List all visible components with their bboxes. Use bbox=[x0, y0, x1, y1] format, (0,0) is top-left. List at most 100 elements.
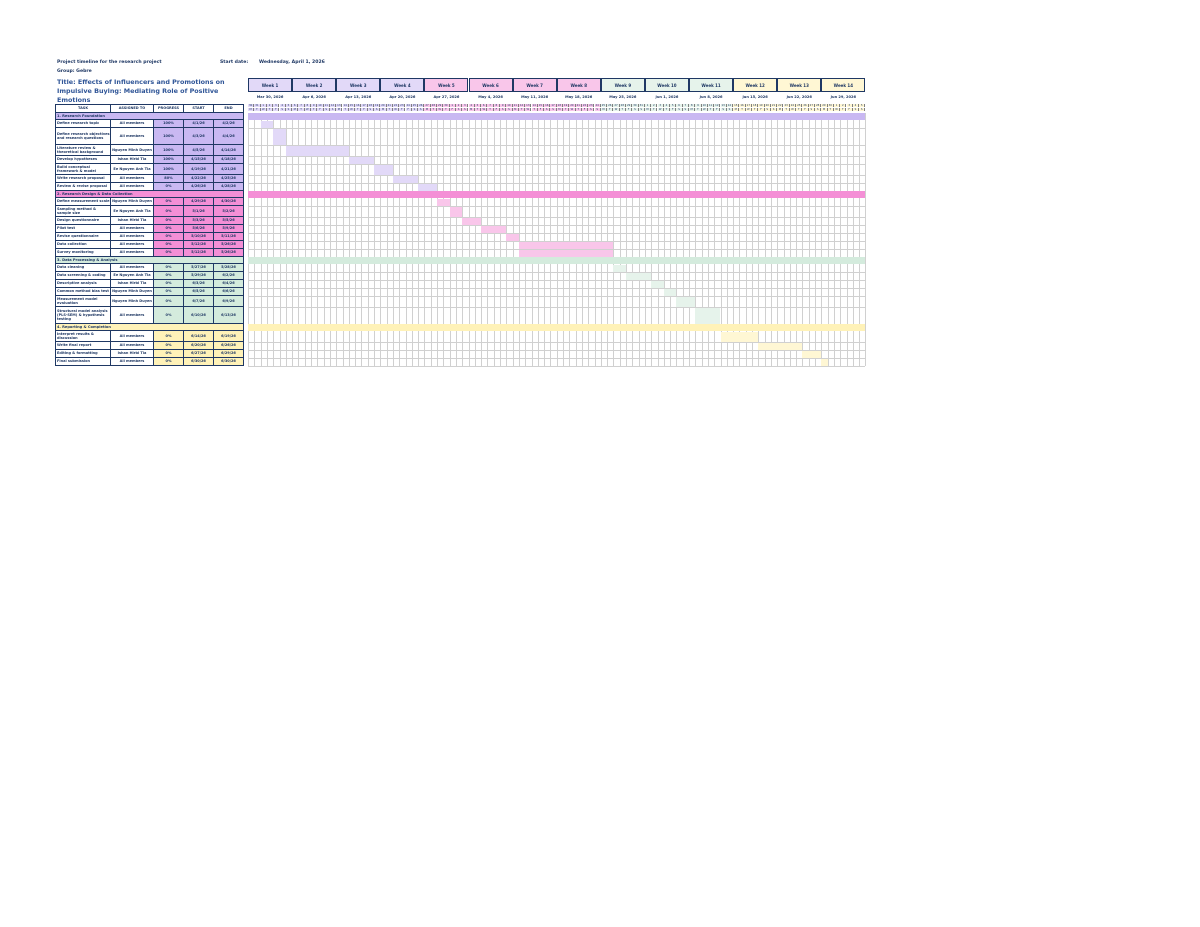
task-start: 4/1/26 bbox=[184, 120, 214, 128]
task-bar bbox=[518, 242, 614, 249]
task-assigned: Ishan Hirbi Tia bbox=[111, 280, 154, 288]
task-end: 6/4/26 bbox=[214, 280, 244, 288]
task-progress: 0% bbox=[154, 280, 184, 288]
task-progress: 0% bbox=[154, 307, 184, 324]
task-end: 4/28/26 bbox=[214, 183, 244, 191]
week-date: May 11, 2026 bbox=[521, 95, 549, 99]
task-assigned: All members bbox=[111, 128, 154, 145]
week-date: Apr 20, 2026 bbox=[389, 95, 416, 99]
task-row: Write research proposal All members 80% 4/2… bbox=[55, 175, 244, 183]
task-progress: 100% bbox=[154, 164, 184, 175]
task-assigned: Ishan Hirbi Tia bbox=[111, 350, 154, 358]
week-header: Week 7 bbox=[512, 78, 557, 92]
task-assigned: All members bbox=[111, 225, 154, 233]
task-assigned: Nguyen Minh Duyen bbox=[111, 198, 154, 206]
task-assigned: All members bbox=[111, 307, 154, 324]
week-header: Week 11 bbox=[689, 78, 734, 92]
week-date: Jun 15, 2026 bbox=[742, 95, 768, 99]
week-header: Week 3 bbox=[336, 78, 381, 92]
task-end: 5/11/26 bbox=[214, 233, 244, 241]
column-header-row: TASK ASSIGNED TO PROGRESS START END bbox=[55, 104, 244, 113]
task-row: Sampling method & sample size Ee Nguyen A… bbox=[55, 206, 244, 217]
grid-line bbox=[248, 366, 866, 367]
grid-line bbox=[248, 307, 866, 308]
task-end: 5/26/26 bbox=[214, 249, 244, 257]
grid-line bbox=[248, 358, 866, 359]
task-task: Data collection bbox=[55, 241, 111, 249]
task-row: Final submission All members 0% 6/30/26 6/30… bbox=[55, 358, 244, 366]
task-bar bbox=[626, 273, 652, 280]
task-start: 6/20/26 bbox=[184, 342, 214, 350]
task-assigned: All members bbox=[111, 183, 154, 191]
phase-band bbox=[248, 191, 866, 198]
task-progress: 0% bbox=[154, 217, 184, 225]
column-header-start: START bbox=[184, 104, 214, 113]
task-bar bbox=[720, 332, 759, 342]
grid-line bbox=[248, 288, 866, 289]
phase-band bbox=[248, 257, 866, 264]
task-end: 5/5/26 bbox=[214, 217, 244, 225]
grid-line bbox=[248, 233, 866, 234]
task-task: Build conceptual framework & model bbox=[55, 164, 111, 175]
task-assigned: All members bbox=[111, 342, 154, 350]
task-row: Interpret results & discussion All member… bbox=[55, 331, 244, 342]
task-row: Revise questionnaire All members 0% 5/10/26… bbox=[55, 233, 244, 241]
task-task: Design questionnaire bbox=[55, 217, 111, 225]
task-start: 4/3/26 bbox=[184, 128, 214, 145]
task-assigned: Ee Nguyen Anh Tia bbox=[111, 164, 154, 175]
task-task: Editing & formatting bbox=[55, 350, 111, 358]
grid-line bbox=[248, 164, 866, 165]
task-end: 6/19/26 bbox=[214, 331, 244, 342]
task-start: 6/5/26 bbox=[184, 288, 214, 296]
task-task: Structural model analysis (PLS-SEM) & hy… bbox=[55, 307, 111, 324]
week-header: Week 6 bbox=[468, 78, 513, 92]
task-progress: 0% bbox=[154, 233, 184, 241]
task-progress: 0% bbox=[154, 342, 184, 350]
week-date: Apr 6, 2026 bbox=[302, 95, 326, 99]
task-bar bbox=[802, 351, 822, 358]
week-header: Week 8 bbox=[556, 78, 601, 92]
task-row: Pilot test All members 0% 5/6/26 5/9/26 bbox=[55, 225, 244, 233]
task-task: Final submission bbox=[55, 358, 111, 366]
task-assigned: All members bbox=[111, 331, 154, 342]
column-header-assigned: ASSIGNED TO bbox=[111, 104, 154, 113]
task-end: 5/2/26 bbox=[214, 206, 244, 217]
task-end: 4/2/26 bbox=[214, 120, 244, 128]
task-bar bbox=[449, 207, 463, 217]
task-start: 4/26/26 bbox=[184, 183, 214, 191]
week-header: Week 14 bbox=[821, 78, 866, 92]
task-bar bbox=[758, 343, 803, 350]
task-bar bbox=[695, 308, 721, 324]
task-row: Editing & formatting Ishan Hirbi Tia 0% 6/2… bbox=[55, 350, 244, 358]
task-progress: 100% bbox=[154, 145, 184, 156]
task-start: 4/5/26 bbox=[184, 145, 214, 156]
task-bar bbox=[260, 121, 274, 128]
task-progress: 0% bbox=[154, 288, 184, 296]
task-assigned: All members bbox=[111, 120, 154, 128]
task-progress: 100% bbox=[154, 156, 184, 164]
task-row: Data collection All members 0% 5/12/26 5/26/… bbox=[55, 241, 244, 249]
grid-line bbox=[248, 217, 866, 218]
column-header-progress: PROGRESS bbox=[154, 104, 184, 113]
task-start: 4/29/26 bbox=[184, 198, 214, 206]
phase-header: 4. Reporting & Completion bbox=[55, 324, 244, 331]
task-assigned: Nguyen Minh Duyen bbox=[111, 145, 154, 156]
phase-band bbox=[248, 324, 866, 331]
task-start: 6/30/26 bbox=[184, 358, 214, 366]
task-row: Common method bias test Nguyen Minh Duyen… bbox=[55, 288, 244, 296]
task-row: Develop hypotheses Ishan Hirbi Tia 100% 4/1… bbox=[55, 156, 244, 164]
group-label: Group: Gebre bbox=[57, 69, 92, 74]
task-task: Literature review & theoretical backgrou… bbox=[55, 145, 111, 156]
task-end: 5/9/26 bbox=[214, 225, 244, 233]
task-bar bbox=[613, 265, 626, 272]
week-date: Jun 8, 2026 bbox=[699, 95, 723, 99]
task-start: 5/29/26 bbox=[184, 272, 214, 280]
grid-line bbox=[248, 272, 866, 273]
column-header-task: TASK bbox=[55, 104, 111, 113]
task-end: 4/14/26 bbox=[214, 145, 244, 156]
task-bar bbox=[518, 250, 614, 257]
week-header: Week 10 bbox=[644, 78, 689, 92]
task-task: Define research objectives and research … bbox=[55, 128, 111, 145]
phase-header: 3. Data Processing & Analysis bbox=[55, 257, 244, 264]
task-end: 5/28/26 bbox=[214, 264, 244, 272]
